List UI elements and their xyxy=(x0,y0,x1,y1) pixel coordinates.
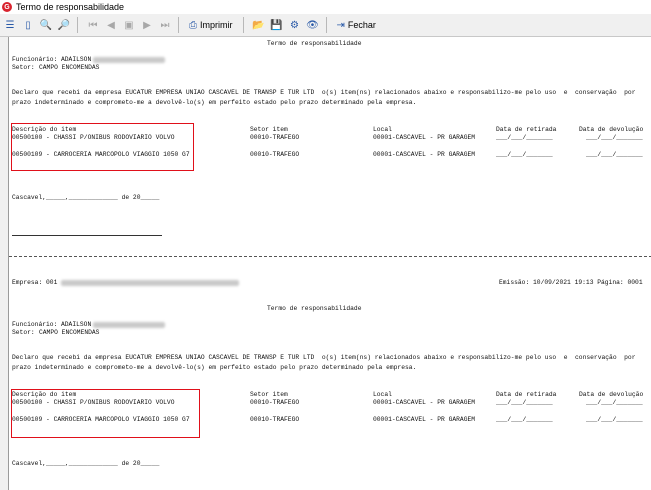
first-page-icon[interactable]: ⏮ xyxy=(85,17,101,33)
funcionario-label: Funcionário: xyxy=(12,321,58,328)
setor-label: Setor: xyxy=(12,329,35,336)
row-retirada: ___/___/_______ xyxy=(496,151,553,158)
declaration-line: Declaro que recebi da empresa EUCATUR EM… xyxy=(12,89,636,96)
declaration-line: prazo indeterminado e comprometo-me a de… xyxy=(12,99,417,106)
row-retirada: ___/___/_______ xyxy=(496,134,553,141)
row-local: 00001-CASCAVEL - PR GARAGEM xyxy=(373,134,476,141)
header-devolucao: Data de devolução xyxy=(579,391,644,398)
highlight-box xyxy=(11,123,194,171)
toolbar: ☰ ▯ 🔍 🔎 ⏮ ◀ ▣ ▶ ⏭ ⎙ Imprimir 📂 💾 ⚙ 👁 ⇥ F… xyxy=(0,14,651,37)
row-setor: 00010-TRAFEGO xyxy=(250,399,300,406)
report-preview[interactable]: Termo de responsabilidade Funcionário: A… xyxy=(8,37,651,490)
header-local: Local xyxy=(373,126,392,133)
printer-icon: ⎙ xyxy=(189,19,197,31)
page-layout-icon[interactable]: ☰ xyxy=(2,17,18,33)
open-folder-icon[interactable]: 📂 xyxy=(251,17,267,33)
row-setor: 00010-TRAFEGO xyxy=(250,416,300,423)
emissao-info: Emissão: 10/09/2021 19:13 Página: 0001 xyxy=(499,279,643,286)
row-setor: 00010-TRAFEGO xyxy=(250,151,300,158)
last-page-icon[interactable]: ⏭ xyxy=(157,17,173,33)
declaration-line: prazo indeterminado e comprometo-me a de… xyxy=(12,364,417,371)
toolbar-separator xyxy=(242,17,244,33)
header-retirada: Data de retirada xyxy=(496,391,557,398)
header-setor: Setor item xyxy=(250,391,288,398)
find-icon[interactable]: 👁 xyxy=(305,17,321,33)
page-number-icon[interactable]: ▣ xyxy=(121,17,137,33)
next-page-icon[interactable]: ▶ xyxy=(139,17,155,33)
header-devolucao: Data de devolução xyxy=(579,126,644,133)
zoom-out-icon[interactable]: 🔎 xyxy=(56,17,72,33)
row-retirada: ___/___/_______ xyxy=(496,416,553,423)
exit-icon: ⇥ xyxy=(336,19,345,31)
header-local: Local xyxy=(373,391,392,398)
title-bar: G Termo de responsabilidade xyxy=(0,0,651,14)
row-devolucao: ___/___/_______ xyxy=(586,399,643,406)
row-retirada: ___/___/_______ xyxy=(496,399,553,406)
app-logo-icon: G xyxy=(2,2,12,12)
date-line: Cascavel,_____,_____________ de 20_____ xyxy=(12,460,160,467)
toolbar-separator xyxy=(178,17,179,33)
zoom-in-icon[interactable]: 🔍 xyxy=(38,17,54,33)
funcionario-label: Funcionário: xyxy=(12,56,58,63)
save-icon[interactable]: 💾 xyxy=(269,17,285,33)
row-devolucao: ___/___/_______ xyxy=(586,151,643,158)
header-setor: Setor item xyxy=(250,126,288,133)
setor-value: CAMPO ENCOMENDAS xyxy=(39,64,100,71)
row-setor: 00010-TRAFEGO xyxy=(250,134,300,141)
left-gutter xyxy=(0,37,8,490)
funcionario-name: ADAILSON xyxy=(61,321,92,328)
section-title: Termo de responsabilidade xyxy=(267,305,362,312)
empresa-label: Empresa: 001 xyxy=(12,279,58,286)
declaration-line: Declaro que recebi da empresa EUCATUR EM… xyxy=(12,354,636,361)
section-title: Termo de responsabilidade xyxy=(267,40,362,47)
toolbar-separator xyxy=(325,17,327,33)
toolbar-separator xyxy=(77,17,78,33)
setor-value: CAMPO ENCOMENDAS xyxy=(39,329,100,336)
print-label: Imprimir xyxy=(200,20,233,30)
signature-line xyxy=(12,235,162,236)
funcionario-name: ADAILSON xyxy=(61,56,92,63)
row-local: 00001-CASCAVEL - PR GARAGEM xyxy=(373,151,476,158)
close-button[interactable]: ⇥ Fechar xyxy=(332,15,381,35)
setor-label: Setor: xyxy=(12,64,35,71)
date-line: Cascavel,_____,_____________ de 20_____ xyxy=(12,194,160,201)
window-title: Termo de responsabilidade xyxy=(16,2,125,12)
previous-page-icon[interactable]: ◀ xyxy=(103,17,119,33)
highlight-box xyxy=(11,389,200,438)
page-break-line xyxy=(9,256,651,257)
redacted-text xyxy=(61,280,239,286)
close-label: Fechar xyxy=(347,20,376,30)
row-devolucao: ___/___/_______ xyxy=(586,416,643,423)
print-button[interactable]: ⎙ Imprimir xyxy=(184,15,238,35)
header-retirada: Data de retirada xyxy=(496,126,557,133)
redacted-text xyxy=(93,322,165,328)
redacted-text xyxy=(93,57,165,63)
row-local: 00001-CASCAVEL - PR GARAGEM xyxy=(373,399,476,406)
row-devolucao: ___/___/_______ xyxy=(586,134,643,141)
page-icon[interactable]: ▯ xyxy=(20,17,36,33)
row-local: 00001-CASCAVEL - PR GARAGEM xyxy=(373,416,476,423)
export-icon[interactable]: ⚙ xyxy=(287,17,303,33)
